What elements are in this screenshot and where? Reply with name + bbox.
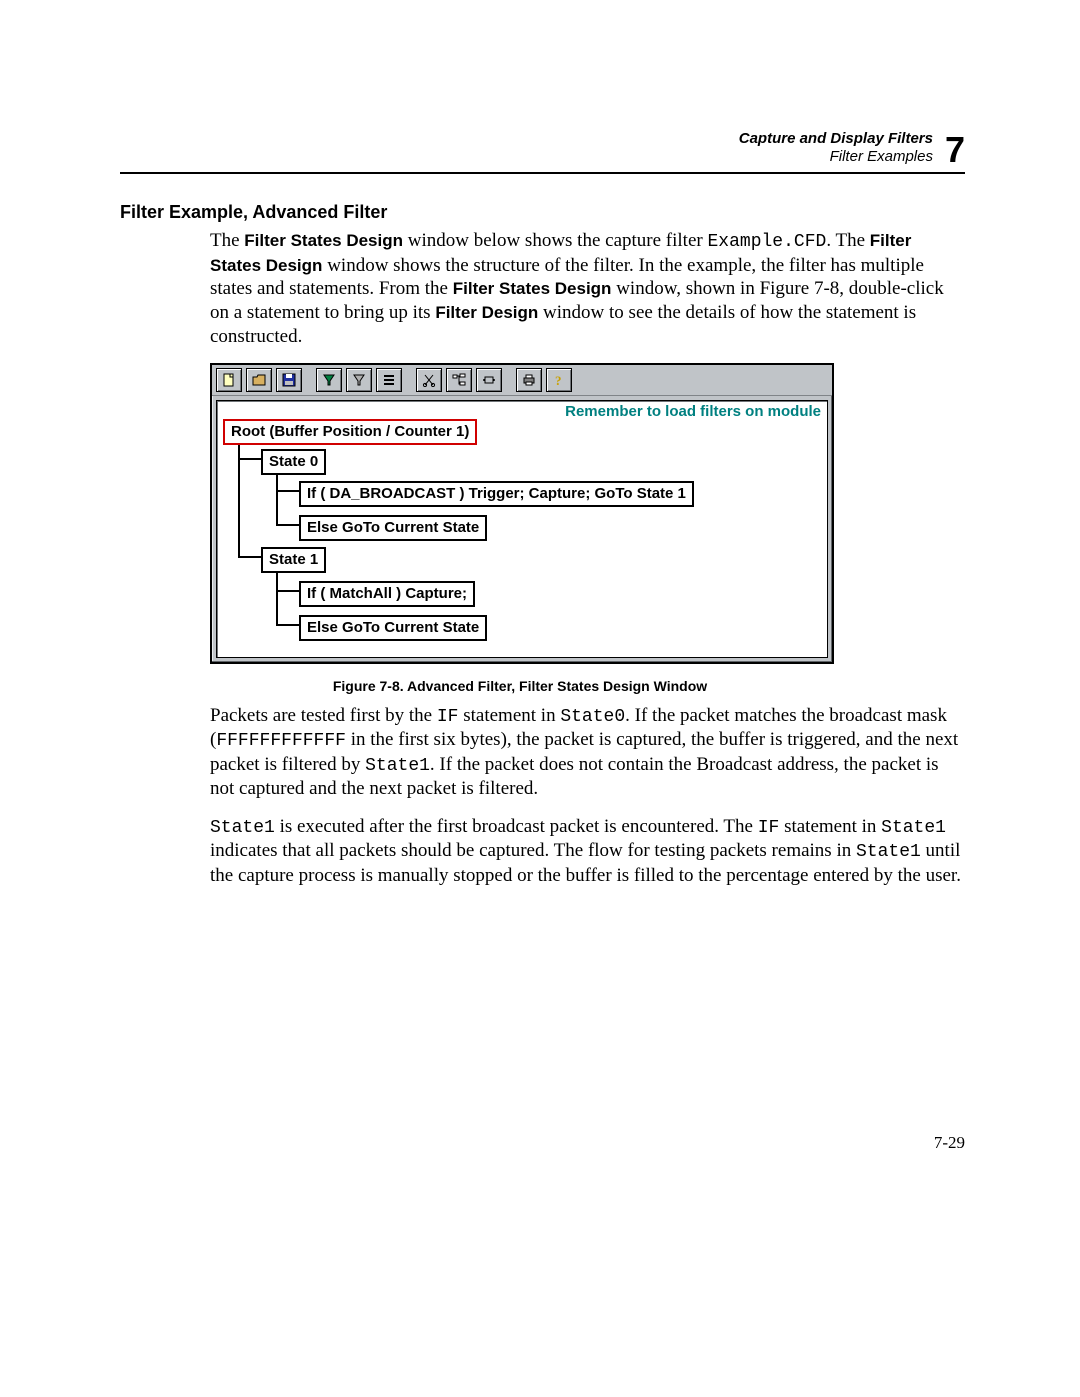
help-icon[interactable]: ? <box>546 368 572 392</box>
filter-tree-pane: Remember to load filters on module Root … <box>216 400 828 658</box>
intro-paragraph: The Filter States Design window below sh… <box>210 229 965 349</box>
tree-state0-else[interactable]: Else GoTo Current State <box>299 515 487 541</box>
print-icon[interactable] <box>516 368 542 392</box>
text: indicates that all packets should be cap… <box>210 840 856 861</box>
text: The <box>210 230 244 251</box>
running-header: Capture and Display Filters Filter Examp… <box>120 130 965 174</box>
filter-download-icon[interactable] <box>316 368 342 392</box>
fit-width-icon[interactable] <box>476 368 502 392</box>
save-disk-icon[interactable] <box>276 368 302 392</box>
tree-icon[interactable] <box>446 368 472 392</box>
tree-state-0[interactable]: State 0 <box>261 449 326 475</box>
page-number: 7-29 <box>934 1133 965 1153</box>
section-heading: Filter Example, Advanced Filter <box>120 202 965 223</box>
state1-label: State 1 <box>269 551 318 568</box>
figure-caption: Figure 7-8. Advanced Filter, Filter Stat… <box>210 678 830 694</box>
text: statement in <box>458 705 560 726</box>
figure-wrapper: ? Remember to load filters on module Roo… <box>210 363 965 694</box>
text: statement in <box>779 816 881 837</box>
state0-else-label: Else GoTo Current State <box>307 519 479 536</box>
toolbar: ? <box>212 365 832 396</box>
code: State1 <box>881 818 946 838</box>
text: is executed after the first broadcast pa… <box>275 816 758 837</box>
paragraph-2: Packets are tested first by the IF state… <box>210 704 965 801</box>
text: . The <box>826 230 869 251</box>
new-file-icon[interactable] <box>216 368 242 392</box>
cut-icon[interactable] <box>416 368 442 392</box>
state1-else-label: Else GoTo Current State <box>307 619 479 636</box>
chapter-number: 7 <box>945 132 965 168</box>
code: State1 <box>856 842 921 862</box>
state0-label: State 0 <box>269 453 318 470</box>
code: IF <box>758 818 780 838</box>
text: Packets are tested first by the <box>210 705 437 726</box>
svg-text:?: ? <box>555 373 562 387</box>
tree-state-1[interactable]: State 1 <box>261 547 326 573</box>
tree-state0-if[interactable]: If ( DA_BROADCAST ) Trigger; Capture; Go… <box>299 481 694 507</box>
code: FFFFFFFFFFFF <box>216 731 346 751</box>
tree-state1-else[interactable]: Else GoTo Current State <box>299 615 487 641</box>
section-title: Filter Examples <box>739 148 933 166</box>
ui-term: Filter Design <box>435 303 538 322</box>
paragraph-3: State1 is executed after the first broad… <box>210 815 965 888</box>
code: State0 <box>560 707 625 727</box>
running-header-text: Capture and Display Filters Filter Examp… <box>739 130 933 166</box>
text: window below shows the capture filter <box>403 230 707 251</box>
ui-term: Filter States Design <box>453 279 612 298</box>
code: Example.CFD <box>707 232 826 252</box>
code: IF <box>437 707 459 727</box>
chapter-title: Capture and Display Filters <box>739 130 933 148</box>
state1-if-label: If ( MatchAll ) Capture; <box>307 585 467 602</box>
tree-root[interactable]: Root (Buffer Position / Counter 1) <box>223 419 477 445</box>
code: State1 <box>365 756 430 776</box>
code: State1 <box>210 818 275 838</box>
state0-if-label: If ( DA_BROADCAST ) Trigger; Capture; Go… <box>307 485 686 502</box>
tree-state1-if[interactable]: If ( MatchAll ) Capture; <box>299 581 475 607</box>
open-folder-icon[interactable] <box>246 368 272 392</box>
filter-upload-icon[interactable] <box>346 368 372 392</box>
list-icon[interactable] <box>376 368 402 392</box>
filter-states-window: ? Remember to load filters on module Roo… <box>210 363 834 664</box>
ui-term: Filter States Design <box>244 231 403 250</box>
root-label: Root (Buffer Position / Counter 1) <box>231 423 469 440</box>
